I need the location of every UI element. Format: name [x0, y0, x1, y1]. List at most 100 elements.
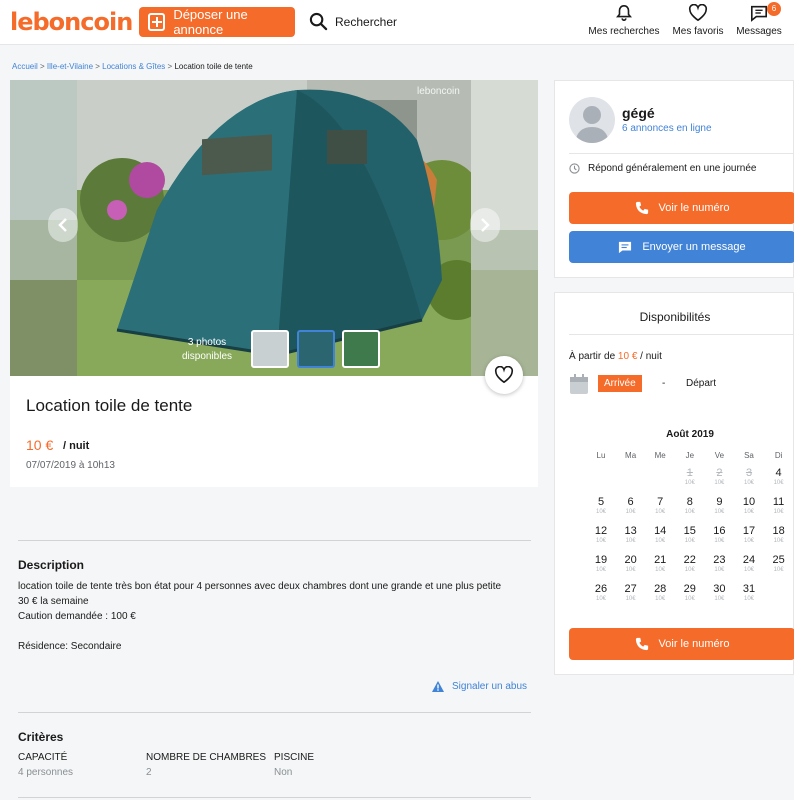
message-icon [750, 5, 768, 22]
calendar-day-number: 16 [713, 525, 726, 537]
calendar-day[interactable]: 13 10€ [616, 525, 646, 544]
description-line: 30 € la semaine [18, 596, 89, 607]
leboncoin-logo[interactable]: leboncoin [10, 8, 133, 36]
next-photo-button[interactable] [470, 208, 500, 242]
calendar-day: 3 10€ [734, 467, 764, 486]
show-phone-button-bottom[interactable]: Voir le numéro [569, 628, 794, 660]
calendar-day[interactable]: 20 10€ [616, 554, 646, 573]
calendar-day[interactable]: 19 10€ [586, 554, 616, 573]
calendar-day[interactable]: 31 10€ [734, 583, 764, 602]
calendar-day-price: 10€ [743, 480, 754, 486]
calendar-day-price: 10€ [595, 509, 606, 515]
calendar-weekday: Je [685, 451, 695, 460]
breadcrumb-category[interactable]: Locations & Gîtes [102, 62, 165, 71]
breadcrumb-home[interactable]: Accueil [12, 62, 38, 71]
calendar-day[interactable]: 18 10€ [764, 525, 794, 544]
calendar-day[interactable]: 26 10€ [586, 583, 616, 602]
calendar-day[interactable]: 12 10€ [586, 525, 616, 544]
calendar-day[interactable]: 28 10€ [645, 583, 675, 602]
calendar-day-price: 10€ [625, 567, 636, 573]
nav-favorites[interactable]: Mes favoris [669, 4, 727, 37]
calendar-day[interactable]: 22 10€ [675, 554, 705, 573]
availability-card: Disponibilités À partir de 10 € / nuit A… [554, 292, 794, 675]
availability-price-unit: / nuit [640, 351, 662, 362]
calendar-day-number: 31 [742, 583, 756, 595]
calendar-day[interactable]: 27 10€ [616, 583, 646, 602]
seller-name[interactable]: gégé [622, 105, 655, 121]
calendar-day-price: 10€ [773, 480, 784, 486]
calendar-day-price: 10€ [595, 596, 606, 602]
breadcrumb-region[interactable]: Ille-et-Vilaine [47, 62, 93, 71]
calendar-day-number: 15 [683, 525, 696, 537]
calendar-day[interactable]: 9 10€ [704, 496, 734, 515]
criteria-value: Non [274, 767, 293, 778]
calendar-day-price: 10€ [773, 538, 784, 544]
photo-thumbnail-3[interactable] [342, 330, 380, 368]
calendar-day-number: 30 [713, 583, 726, 595]
criteria-title: Critères [18, 730, 64, 744]
show-phone-button[interactable]: Voir le numéro [569, 192, 794, 224]
show-phone-label: Voir le numéro [658, 202, 730, 214]
save-favorite-button[interactable] [485, 356, 523, 394]
nav-favorites-label: Mes favoris [672, 26, 724, 37]
calendar-day[interactable]: 11 10€ [764, 496, 794, 515]
availability-price: À partir de 10 € / nuit [569, 351, 662, 362]
photo-gallery[interactable]: leboncoin 3 photos disponibles [10, 80, 538, 376]
report-abuse-label: Signaler un abus [452, 681, 528, 692]
calendar-day[interactable]: 23 10€ [704, 554, 734, 573]
calendar-day-price: 10€ [714, 596, 725, 602]
calendar-day[interactable]: 5 10€ [586, 496, 616, 515]
photo-thumbnail-2[interactable] [297, 330, 335, 368]
calendar-day-number: 2 [716, 467, 723, 479]
photo-thumbnail-1[interactable] [251, 330, 289, 368]
calendar-day[interactable]: 4 10€ [764, 467, 794, 486]
send-message-button[interactable]: Envoyer un message [569, 231, 794, 263]
post-ad-button[interactable]: Déposer une annonce [139, 7, 295, 37]
criteria-label: CAPACITÉ [18, 752, 68, 763]
divider [18, 797, 531, 798]
avatar[interactable] [569, 97, 615, 143]
calendar-day[interactable]: 17 10€ [734, 525, 764, 544]
phone-icon [635, 637, 648, 651]
plus-icon [148, 13, 166, 31]
calendar-day[interactable]: 16 10€ [704, 525, 734, 544]
calendar-day[interactable]: 15 10€ [675, 525, 705, 544]
divider [18, 540, 531, 541]
arrival-date-field[interactable]: Arrivée [598, 375, 642, 392]
calendar-weekday: Ma [625, 451, 637, 460]
report-abuse-link[interactable]: Signaler un abus [432, 681, 527, 692]
search-link[interactable]: Rechercher [309, 12, 397, 31]
calendar-day-number: 24 [742, 554, 756, 566]
departure-date-field[interactable]: Départ [686, 378, 716, 389]
top-header: leboncoin Déposer une annonce Rechercher… [0, 0, 794, 45]
calendar-day[interactable]: 8 10€ [675, 496, 705, 515]
calendar-day[interactable]: 10 10€ [734, 496, 764, 515]
calendar-day-number: 4 [775, 467, 782, 479]
calendar-day[interactable]: 21 10€ [645, 554, 675, 573]
calendar-day[interactable]: 25 10€ [764, 554, 794, 573]
calendar-day-number: 19 [594, 554, 608, 566]
calendar-day-price: 10€ [625, 596, 636, 602]
calendar-day: 1 10€ [675, 467, 705, 486]
user-icon [575, 106, 609, 143]
nav-messages[interactable]: 6 Messages [735, 2, 783, 37]
calendar-day-price: 10€ [743, 538, 754, 544]
nav-saved-searches-label: Mes recherches [588, 26, 660, 37]
calendar-day-number: 11 [772, 496, 785, 508]
calendar-day[interactable]: 7 10€ [645, 496, 675, 515]
nav-saved-searches[interactable]: Mes recherches [588, 4, 660, 37]
previous-photo-button[interactable] [48, 208, 78, 242]
calendar-day[interactable]: 24 10€ [734, 554, 764, 573]
calendar-day-price: 10€ [743, 567, 754, 573]
photo-count: 3 photos disponibles [167, 336, 247, 364]
divider [569, 334, 794, 335]
calendar-day[interactable]: 30 10€ [704, 583, 734, 602]
availability-title: Disponibilités [639, 310, 711, 324]
seller-ads-link[interactable]: 6 annonces en ligne [622, 123, 712, 134]
criteria-item-pool: PISCINE Non [274, 752, 314, 778]
calendar-day-number: 22 [683, 554, 696, 566]
calendar-day[interactable]: 14 10€ [645, 525, 675, 544]
calendar-day-price: 10€ [655, 538, 666, 544]
calendar-day[interactable]: 29 10€ [675, 583, 705, 602]
calendar-day[interactable]: 6 10€ [616, 496, 646, 515]
